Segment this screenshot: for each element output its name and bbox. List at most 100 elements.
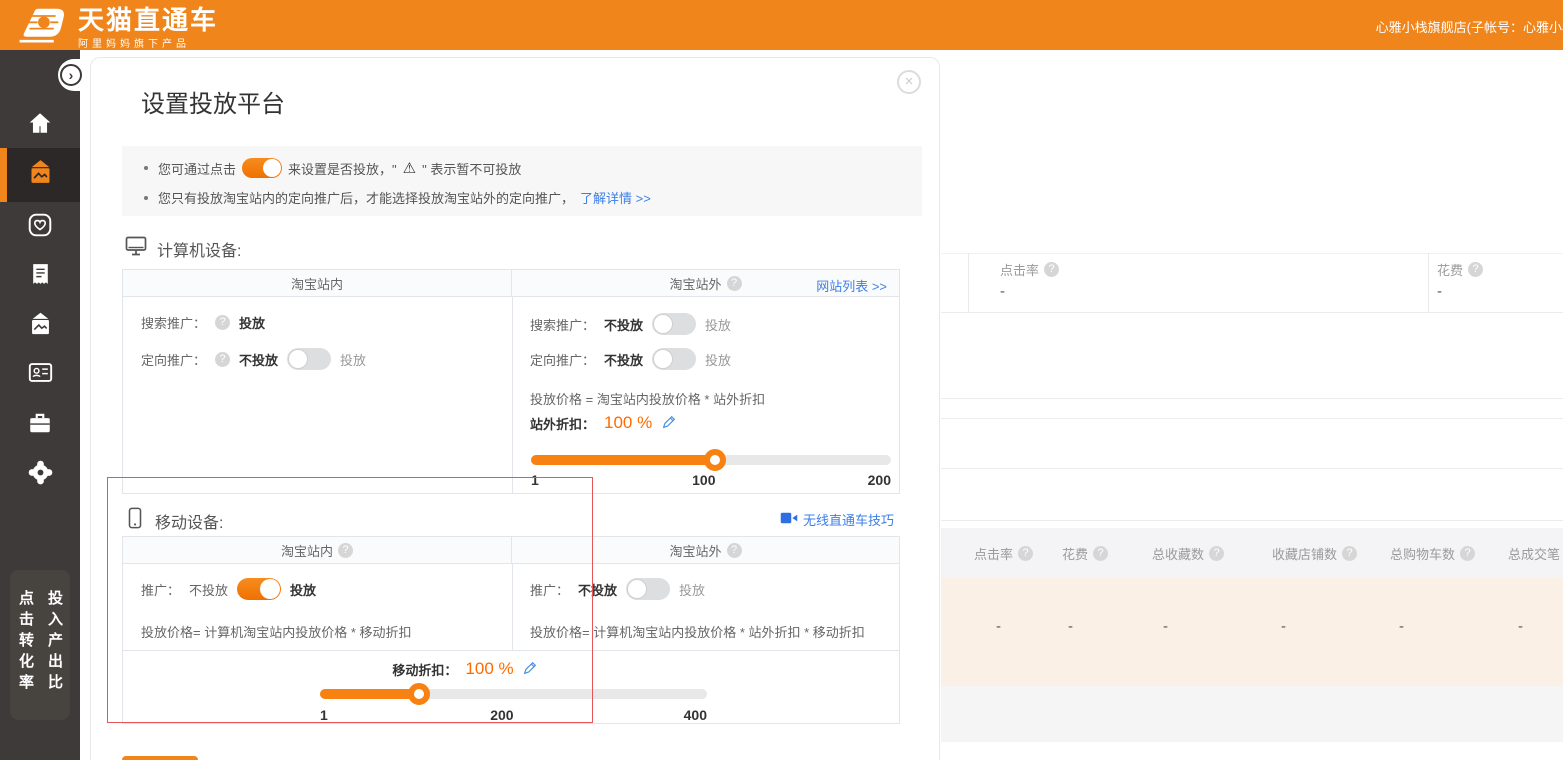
price-formula: 投放价格 = 淘宝站内投放价格 * 站外折扣 [530,389,765,408]
stats-value-cell: - [1399,618,1404,635]
mobile-section-title: 移动设备: [124,507,223,534]
sidebar: › [0,50,80,760]
help-icon[interactable]: ? [1342,546,1357,561]
camera-icon [27,459,54,491]
chevron-right-icon: › [69,67,74,83]
save-button[interactable] [122,756,198,760]
mobile-promo-row-out: 推广： 不投放 投放 [530,578,705,600]
sidebar-item-creatives[interactable] [0,302,80,352]
frame-icon [27,311,54,343]
search-promo-row-out: 搜索推广： 不投放 投放 [530,313,731,335]
bg-divider [941,312,1563,313]
settings-dialog: 设置投放平台 × 您可通过点击 来设置是否投放，" ⚠ " 表示暂不可投放 您只… [90,57,940,760]
bg-divider [941,520,1563,521]
bg-metric-cost: 花费 ? [1437,260,1483,279]
promo-off-label: 不投放 [189,580,228,599]
stats-header-cell: 点击率? [974,544,1033,563]
stats-value-cell: - [1518,618,1523,635]
bg-divider [941,253,1563,254]
site-list-link[interactable]: 网站列表 >> [816,276,887,295]
metric-ctr-label: 点击转化率 [15,590,36,720]
col-header-taobao-in: 淘宝站内 ? [123,537,512,563]
edit-pencil-icon[interactable] [661,414,677,433]
slider-thumb[interactable] [704,449,726,471]
help-icon[interactable]: ? [215,352,230,367]
close-button[interactable]: × [897,70,921,94]
wireless-tips-link[interactable]: 无线直通车技巧 [803,510,894,529]
offsite-discount-slider[interactable] [531,455,891,465]
mobile-table: 淘宝站内 ? 淘宝站外 ? 推广： 不投放 投放 投放价格= 计算机淘宝站内投 [122,536,900,724]
slider-thumb[interactable] [408,683,430,705]
video-camera-icon [780,511,798,528]
col-header-taobao-out: 淘宝站外 ? 网站列表 >> [512,270,899,296]
sidebar-item-favorites[interactable] [0,202,80,252]
help-icon[interactable]: ? [1468,262,1483,277]
promo-status: 投放 [290,580,316,599]
slider-ticks: 1 200 400 [320,707,707,723]
mobile-promo-toggle-in[interactable] [237,578,281,600]
receipt-icon [28,262,53,292]
stats-header-cell: 总收藏数? [1152,544,1224,563]
help-icon[interactable]: ? [215,315,230,330]
metrics-panel[interactable]: 点击转化率 投入产出比 [10,570,70,720]
search-promo-toggle-out[interactable] [652,313,696,335]
help-icon[interactable]: ? [1093,546,1108,561]
promo-status: 不投放 [604,315,643,334]
account-name: 心雅小栈旗舰店(子帐号：心雅小栈 [1376,17,1563,36]
edit-pencil-icon[interactable] [522,660,538,679]
mobile-promo-row-in: 推广： 不投放 投放 [141,578,316,600]
help-icon[interactable]: ? [727,543,742,558]
warning-icon: ⚠ [403,161,416,176]
sidebar-item-campaigns[interactable] [0,148,80,202]
tip-item: 您只有投放淘宝站内的定向推广后，才能选择投放淘宝站外的定向推广， 了解详情 >> [144,188,651,207]
stats-value-cell: - [1281,618,1286,635]
promo-status: 不投放 [578,580,617,599]
target-promo-row-in: 定向推广： ? 不投放 投放 [141,348,366,370]
slider-ticks: 1 100 200 [531,472,891,488]
bg-divider [968,253,969,312]
sidebar-item-accounts[interactable] [0,350,80,400]
target-promo-toggle-out[interactable] [652,348,696,370]
target-promo-toggle-in[interactable] [287,348,331,370]
mobile-discount-section: 移动折扣： 100 % 1 [123,650,899,724]
collapse-button[interactable]: › [60,64,82,86]
bullet-icon [144,196,148,200]
help-icon[interactable]: ? [727,276,742,291]
col-header-taobao-in: 淘宝站内 [123,270,512,296]
promo-status: 投放 [239,313,265,332]
promo-alt-label: 投放 [705,315,731,334]
computer-table: 淘宝站内 淘宝站外 ? 网站列表 >> 搜索推广： ? 投放 定向推广： [122,269,900,494]
promo-alt-label: 投放 [705,350,731,369]
help-icon[interactable]: ? [1044,262,1059,277]
learn-more-link[interactable]: 了解详情 >> [580,188,651,207]
mobile-taobao-out-cell: 推广： 不投放 投放 投放价格= 计算机淘宝站内投放价格 * 站外折扣 * 移动… [514,564,899,650]
sidebar-item-tools[interactable] [0,400,80,450]
logo-icon [16,4,70,51]
id-card-icon [27,359,54,391]
promo-status: 不投放 [604,350,643,369]
promo-status: 不投放 [239,350,278,369]
picture-icon [27,159,54,191]
promo-alt-label: 投放 [340,350,366,369]
bg-divider [941,398,1563,399]
stats-value-cell: - [1163,618,1168,635]
logo-title: 天猫直通车 [78,6,218,34]
mobile-discount-slider[interactable] [320,689,707,699]
mobile-promo-toggle-out[interactable] [626,578,670,600]
help-icon[interactable]: ? [1460,546,1475,561]
offsite-discount-row: 站外折扣： 100 % [530,413,677,433]
stats-header-cell: 收藏店铺数? [1272,544,1357,563]
sidebar-item-media[interactable] [0,450,80,500]
sidebar-item-reports[interactable] [0,252,80,302]
target-promo-row-out: 定向推广： 不投放 投放 [530,348,731,370]
stats-header-cell: 花费? [1062,544,1108,563]
help-icon[interactable]: ? [1209,546,1224,561]
bullet-icon [144,166,148,170]
mobile-formula-out: 投放价格= 计算机淘宝站内投放价格 * 站外折扣 * 移动折扣 [530,622,865,641]
help-icon[interactable]: ? [1018,546,1033,561]
sidebar-item-home[interactable] [0,100,80,150]
logo-subtitle: 阿里妈妈旗下产品 [78,35,218,50]
mobile-taobao-in-cell: 推广： 不投放 投放 投放价格= 计算机淘宝站内投放价格 * 移动折扣 [123,564,513,650]
help-icon[interactable]: ? [338,543,353,558]
col-header-taobao-out: 淘宝站外 ? [512,537,899,563]
